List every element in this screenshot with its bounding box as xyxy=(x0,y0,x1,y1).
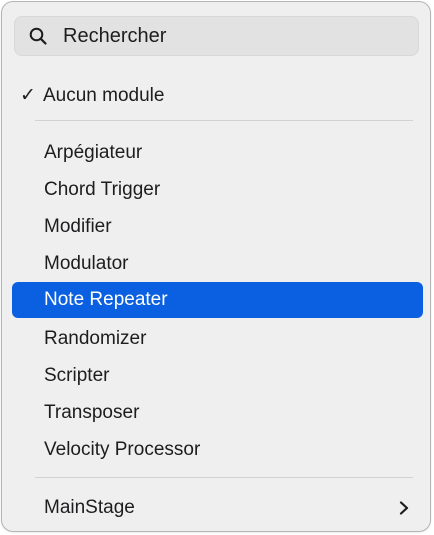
menu-item-label: Aucun module xyxy=(43,85,165,106)
menu-item-mainstage[interactable]: MainStage xyxy=(12,490,423,526)
menu-item-aucun-module[interactable]: ✓ Aucun module xyxy=(12,78,423,114)
menu-item-label: Note Repeater xyxy=(44,289,168,310)
menu-item-label: Transposer xyxy=(44,402,140,423)
search-icon xyxy=(29,27,47,45)
plugin-menu: ✓ Aucun module Arpégiateur Chord Trigger… xyxy=(1,1,431,532)
checkmark-icon: ✓ xyxy=(20,85,36,106)
menu-item-modulator[interactable]: Modulator xyxy=(12,246,423,282)
menu-item-scripter[interactable]: Scripter xyxy=(12,358,423,394)
menu-item-label: Arpégiateur xyxy=(44,142,143,163)
menu-item-label: Modulator xyxy=(44,253,129,274)
menu-item-velocity-processor[interactable]: Velocity Processor xyxy=(12,432,423,468)
menu-item-note-repeater[interactable]: Note Repeater xyxy=(12,282,423,318)
chevron-right-icon xyxy=(399,501,409,515)
menu-separator xyxy=(35,477,413,478)
menu-item-modifier[interactable]: Modifier xyxy=(12,209,423,245)
menu-item-label: Scripter xyxy=(44,365,110,386)
menu-separator xyxy=(35,120,413,121)
menu-item-transposer[interactable]: Transposer xyxy=(12,395,423,431)
search-input[interactable] xyxy=(63,17,403,55)
menu-item-label: Modifier xyxy=(44,216,112,237)
menu-item-label: Velocity Processor xyxy=(44,439,201,460)
menu-item-randomizer[interactable]: Randomizer xyxy=(12,321,423,357)
menu-item-label: MainStage xyxy=(44,497,135,518)
menu-item-label: Chord Trigger xyxy=(44,179,161,200)
menu-item-chord-trigger[interactable]: Chord Trigger xyxy=(12,172,423,208)
search-field[interactable] xyxy=(14,16,419,56)
menu-item-label: Randomizer xyxy=(44,328,147,349)
menu-item-arpegiateur[interactable]: Arpégiateur xyxy=(12,135,423,171)
